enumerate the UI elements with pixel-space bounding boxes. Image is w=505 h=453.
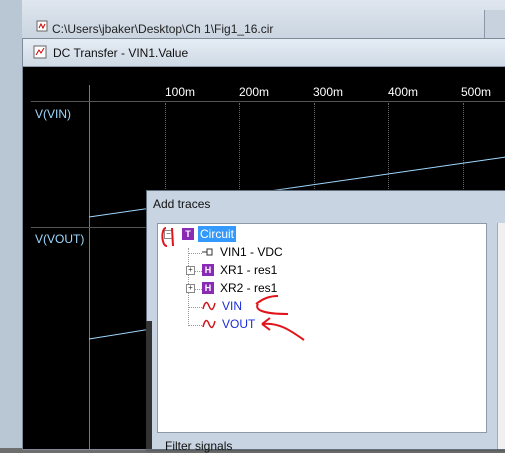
- subcircuit-icon: H: [202, 282, 214, 294]
- tree-item-label: XR1 - res1: [220, 263, 278, 277]
- schematic-file-icon: [36, 20, 48, 32]
- dialog-title: Add traces: [153, 197, 211, 211]
- tree-item-xr1[interactable]: + H XR1 - res1: [186, 262, 326, 278]
- filter-signals-label: Filter signals: [165, 439, 233, 453]
- tree-item-circuit[interactable]: − T Circuit: [164, 226, 304, 242]
- expand-icon[interactable]: +: [186, 284, 195, 293]
- tree-item-label: Circuit: [198, 226, 237, 242]
- tree-item-vin[interactable]: VIN: [202, 298, 322, 314]
- background-window: C:\Users\jbaker\Desktop\Ch 1\Fig1_16.cir: [0, 0, 505, 448]
- signal-tree[interactable]: − T Circuit VIN1 - VDC + H XR1 - res1 + …: [157, 223, 487, 433]
- tree-item-label: VIN: [222, 299, 243, 313]
- tree-item-vin1[interactable]: VIN1 - VDC: [202, 244, 342, 260]
- tree-line: [188, 325, 202, 327]
- tree-line: [188, 307, 202, 309]
- waveform-icon: [202, 319, 216, 329]
- expand-icon[interactable]: +: [186, 266, 195, 275]
- waveform-icon: [202, 301, 216, 311]
- plot-window-icon: [33, 45, 47, 59]
- tree-item-label: VOUT: [222, 317, 256, 331]
- tree-item-xr2[interactable]: + H XR2 - res1: [186, 280, 326, 296]
- background-window-button[interactable]: [484, 10, 505, 40]
- plot-window-titlebar[interactable]: DC Transfer - VIN1.Value: [23, 39, 505, 67]
- dialog-left-edge: [146, 321, 152, 449]
- tree-item-label: XR2 - res1: [220, 281, 278, 295]
- circuit-icon: T: [182, 228, 194, 240]
- voltage-source-icon: [202, 248, 213, 256]
- collapse-icon[interactable]: −: [164, 230, 173, 239]
- tree-item-vout[interactable]: VOUT: [202, 316, 322, 332]
- add-traces-dialog[interactable]: Add traces − T Circuit VIN1 - VDC + H XR…: [146, 190, 505, 453]
- tree-item-label: VIN1 - VDC: [220, 245, 283, 259]
- plot-window-title: DC Transfer - VIN1.Value: [53, 46, 189, 60]
- background-window-edge: [0, 0, 22, 448]
- subcircuit-icon: H: [202, 264, 214, 276]
- background-window-title[interactable]: C:\Users\jbaker\Desktop\Ch 1\Fig1_16.cir: [52, 22, 273, 36]
- tree-line: [188, 253, 202, 255]
- dialog-scrollbar[interactable]: [497, 223, 505, 449]
- trace-vout: [88, 328, 152, 340]
